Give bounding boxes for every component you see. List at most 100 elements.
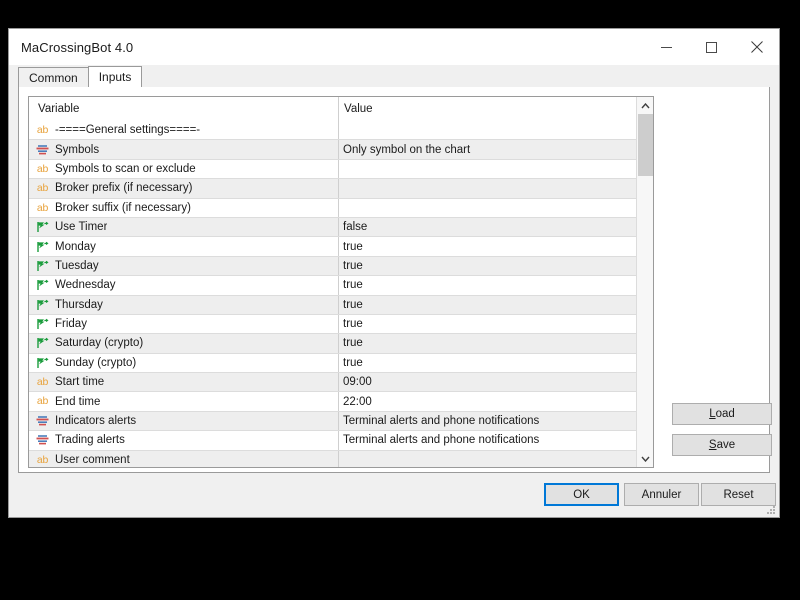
cell-value[interactable]: 09:00 bbox=[338, 373, 636, 392]
table-row[interactable]: Trading alerts Terminal alerts and phone … bbox=[29, 431, 636, 451]
value-label: true bbox=[343, 356, 363, 369]
flag-glyph bbox=[37, 299, 49, 310]
table-row[interactable]: Sunday (crypto) true bbox=[29, 353, 636, 374]
ab-glyph: ab bbox=[36, 182, 49, 195]
cell-variable: ab End time bbox=[29, 395, 338, 408]
cell-variable: Use Timer bbox=[29, 221, 338, 234]
cell-variable: ab User comment bbox=[29, 453, 338, 466]
cell-variable: ab Symbols to scan or exclude bbox=[29, 162, 338, 175]
enum-list-icon bbox=[35, 415, 50, 428]
table-row[interactable]: Use Timer false bbox=[29, 217, 636, 238]
scroll-down-button[interactable] bbox=[637, 450, 653, 467]
table-row[interactable]: Wednesday true bbox=[29, 276, 636, 296]
cell-value[interactable]: Only symbol on the chart bbox=[338, 140, 636, 159]
scrollbar-thumb[interactable] bbox=[638, 114, 653, 176]
table-row[interactable]: Saturday (crypto) true bbox=[29, 334, 636, 354]
cell-value[interactable] bbox=[338, 450, 636, 467]
tab-common[interactable]: Common bbox=[18, 67, 89, 87]
cell-variable: Tuesday bbox=[29, 259, 338, 272]
tab-page-inputs: Variable Value ab -====General settings==… bbox=[18, 86, 772, 473]
window-title: MaCrossingBot 4.0 bbox=[21, 39, 134, 55]
value-label: 09:00 bbox=[343, 376, 372, 389]
inputs-table: Variable Value ab -====General settings==… bbox=[29, 97, 636, 467]
table-row[interactable]: ab Symbols to scan or exclude bbox=[29, 159, 636, 180]
dialog-window: MaCrossingBot 4.0 Common Inputs Variable… bbox=[8, 28, 780, 518]
tab-inputs[interactable]: Inputs bbox=[87, 66, 143, 87]
table-row[interactable]: ab Start time 09:00 bbox=[29, 373, 636, 393]
cell-variable: Symbols bbox=[29, 143, 338, 156]
table-vertical-scrollbar[interactable] bbox=[636, 97, 653, 467]
window-controls bbox=[644, 29, 779, 65]
table-row[interactable]: Thursday true bbox=[29, 295, 636, 315]
variable-label: Symbols bbox=[55, 143, 100, 156]
variable-label: Monday bbox=[55, 240, 96, 253]
maximize-button[interactable] bbox=[689, 29, 734, 65]
cell-value[interactable] bbox=[338, 159, 636, 179]
close-button[interactable] bbox=[734, 29, 779, 65]
cell-variable: Monday bbox=[29, 240, 338, 253]
close-icon bbox=[750, 41, 763, 53]
variable-label: Friday bbox=[55, 318, 87, 331]
table-row[interactable]: Friday true bbox=[29, 314, 636, 335]
cell-value[interactable]: true bbox=[338, 295, 636, 314]
cell-value[interactable]: true bbox=[338, 276, 636, 295]
table-row[interactable]: ab -====General settings====- bbox=[29, 121, 636, 141]
cell-value[interactable]: true bbox=[338, 353, 636, 373]
variable-label: User comment bbox=[55, 453, 130, 466]
bool-flag-icon bbox=[35, 240, 50, 253]
bool-flag-icon bbox=[35, 298, 50, 311]
chevron-down-icon bbox=[640, 456, 650, 462]
ab-string-icon: ab bbox=[35, 376, 50, 389]
value-label: true bbox=[343, 259, 363, 272]
cell-value[interactable]: true bbox=[338, 314, 636, 334]
cell-variable: ab -====General settings====- bbox=[29, 124, 338, 137]
list-layers-glyph bbox=[36, 416, 49, 426]
flag-glyph bbox=[37, 280, 49, 291]
cell-value[interactable]: Terminal alerts and phone notifications bbox=[338, 411, 636, 431]
variable-label: Tuesday bbox=[55, 259, 99, 272]
table-header-row: Variable Value bbox=[29, 97, 636, 121]
cell-variable: Indicators alerts bbox=[29, 415, 338, 428]
cell-value[interactable]: true bbox=[338, 256, 636, 276]
table-row[interactable]: ab Broker prefix (if necessary) bbox=[29, 179, 636, 199]
variable-label: Indicators alerts bbox=[55, 415, 137, 428]
table-row[interactable]: Symbols Only symbol on the chart bbox=[29, 140, 636, 160]
ok-button[interactable]: OK bbox=[544, 483, 619, 506]
table-row[interactable]: ab Broker suffix (if necessary) bbox=[29, 198, 636, 218]
table-row[interactable]: Monday true bbox=[29, 237, 636, 257]
load-button[interactable]: Load bbox=[672, 403, 772, 425]
variable-label: Broker suffix (if necessary) bbox=[55, 201, 191, 214]
variable-label: End time bbox=[55, 395, 101, 408]
cell-value[interactable]: false bbox=[338, 217, 636, 237]
list-layers-glyph bbox=[36, 144, 49, 154]
value-label: 22:00 bbox=[343, 395, 372, 408]
scroll-up-button[interactable] bbox=[637, 97, 653, 114]
maximize-icon bbox=[706, 41, 717, 53]
cancel-button[interactable]: Annuler bbox=[624, 483, 699, 506]
cell-value[interactable]: 22:00 bbox=[338, 392, 636, 411]
cell-value[interactable]: true bbox=[338, 237, 636, 256]
bool-flag-icon bbox=[35, 318, 50, 331]
resize-grip-icon[interactable] bbox=[764, 503, 776, 515]
variable-label: Sunday (crypto) bbox=[55, 356, 137, 369]
table-row[interactable]: Tuesday true bbox=[29, 256, 636, 277]
ab-glyph: ab bbox=[36, 453, 49, 466]
cell-value[interactable]: true bbox=[338, 334, 636, 353]
table-row[interactable]: ab End time 22:00 bbox=[29, 392, 636, 412]
ab-glyph: ab bbox=[36, 376, 49, 389]
ab-glyph: ab bbox=[36, 162, 49, 175]
cell-value[interactable] bbox=[338, 121, 636, 140]
ab-glyph: ab bbox=[36, 123, 49, 136]
variable-label: Broker prefix (if necessary) bbox=[55, 182, 193, 195]
minimize-button[interactable] bbox=[644, 29, 689, 65]
save-button[interactable]: Save bbox=[672, 434, 772, 456]
bool-flag-icon bbox=[35, 259, 50, 272]
ab-string-icon: ab bbox=[35, 453, 50, 466]
cell-value[interactable]: Terminal alerts and phone notifications bbox=[338, 431, 636, 450]
table-row[interactable]: Indicators alerts Terminal alerts and pho… bbox=[29, 411, 636, 432]
dialog-footer: OK Annuler Reset bbox=[9, 473, 779, 517]
bool-flag-icon bbox=[35, 221, 50, 234]
table-row[interactable]: ab User comment bbox=[29, 450, 636, 467]
cell-value[interactable] bbox=[338, 198, 636, 217]
cell-value[interactable] bbox=[338, 179, 636, 198]
